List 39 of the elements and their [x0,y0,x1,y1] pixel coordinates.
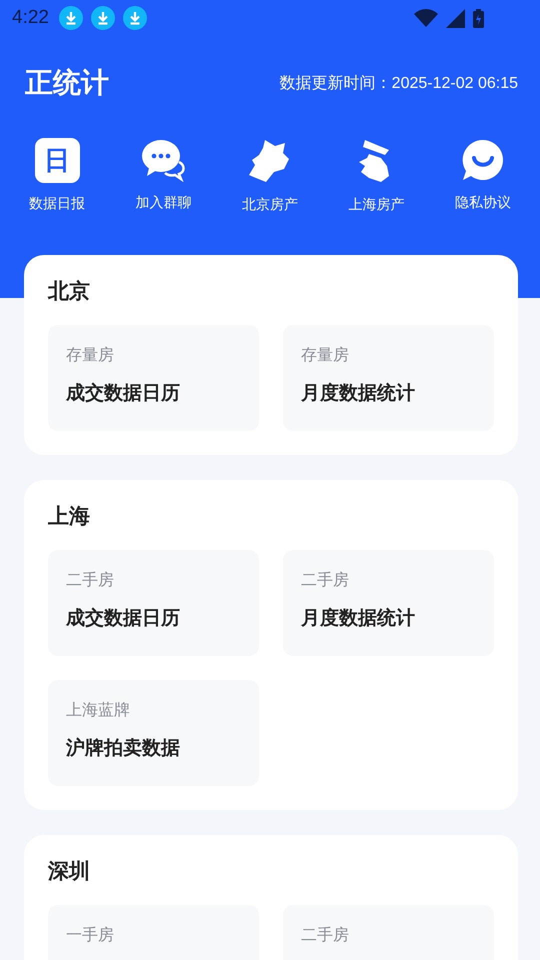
data-tile[interactable]: 存量房 成交数据日历 [48,325,259,431]
tile-title: 成交数据日历 [66,381,181,406]
city-title: 上海 [48,503,91,530]
download-icon [58,6,83,30]
data-tile[interactable]: 一手房 [48,905,259,960]
status-time: 4:22 [12,7,49,29]
tile-title: 成交数据日历 [66,606,181,631]
shortcut-label[interactable]: 上海房产 [348,196,404,214]
battery-icon [473,8,484,28]
chat-icon [140,138,187,182]
wifi-icon [414,9,438,27]
tile-subtitle: 二手房 [301,925,350,946]
shortcut-label[interactable]: 隐私协议 [454,194,511,212]
data-tile[interactable]: 二手房 成交数据日历 [48,550,259,656]
tile-title: 沪牌拍卖数据 [66,736,181,761]
data-tile[interactable]: 二手房 月度数据统计 [283,550,494,656]
tile-subtitle: 存量房 [66,345,115,366]
tile-title: 月度数据统计 [301,381,416,406]
tile-title: 月度数据统计 [301,606,416,631]
calendar-icon: 日 [34,138,80,183]
signal-icon [446,8,465,28]
smile-chat-icon [460,138,505,182]
city-title: 北京 [48,278,91,305]
download-icon [90,6,115,30]
shortcut-label[interactable]: 加入群聊 [136,194,192,212]
data-tile[interactable]: 上海蓝牌 沪牌拍卖数据 [48,680,259,786]
data-tile[interactable]: 存量房 月度数据统计 [283,325,494,431]
data-tile[interactable]: 二手房 [283,905,494,960]
tile-subtitle: 一手房 [66,925,115,946]
update-time: 数据更新时间：2025-12-02 06:15 [280,74,518,94]
tile-subtitle: 二手房 [66,570,115,591]
tile-subtitle: 上海蓝牌 [66,700,131,721]
city-title: 深圳 [48,858,91,885]
download-icon [122,6,147,30]
shortcut-label[interactable]: 北京房产 [242,196,298,214]
tile-subtitle: 二手房 [301,570,350,591]
app-title: 正统计 [25,65,109,101]
tile-subtitle: 存量房 [301,345,350,366]
shortcut-label[interactable]: 数据日报 [29,195,86,213]
